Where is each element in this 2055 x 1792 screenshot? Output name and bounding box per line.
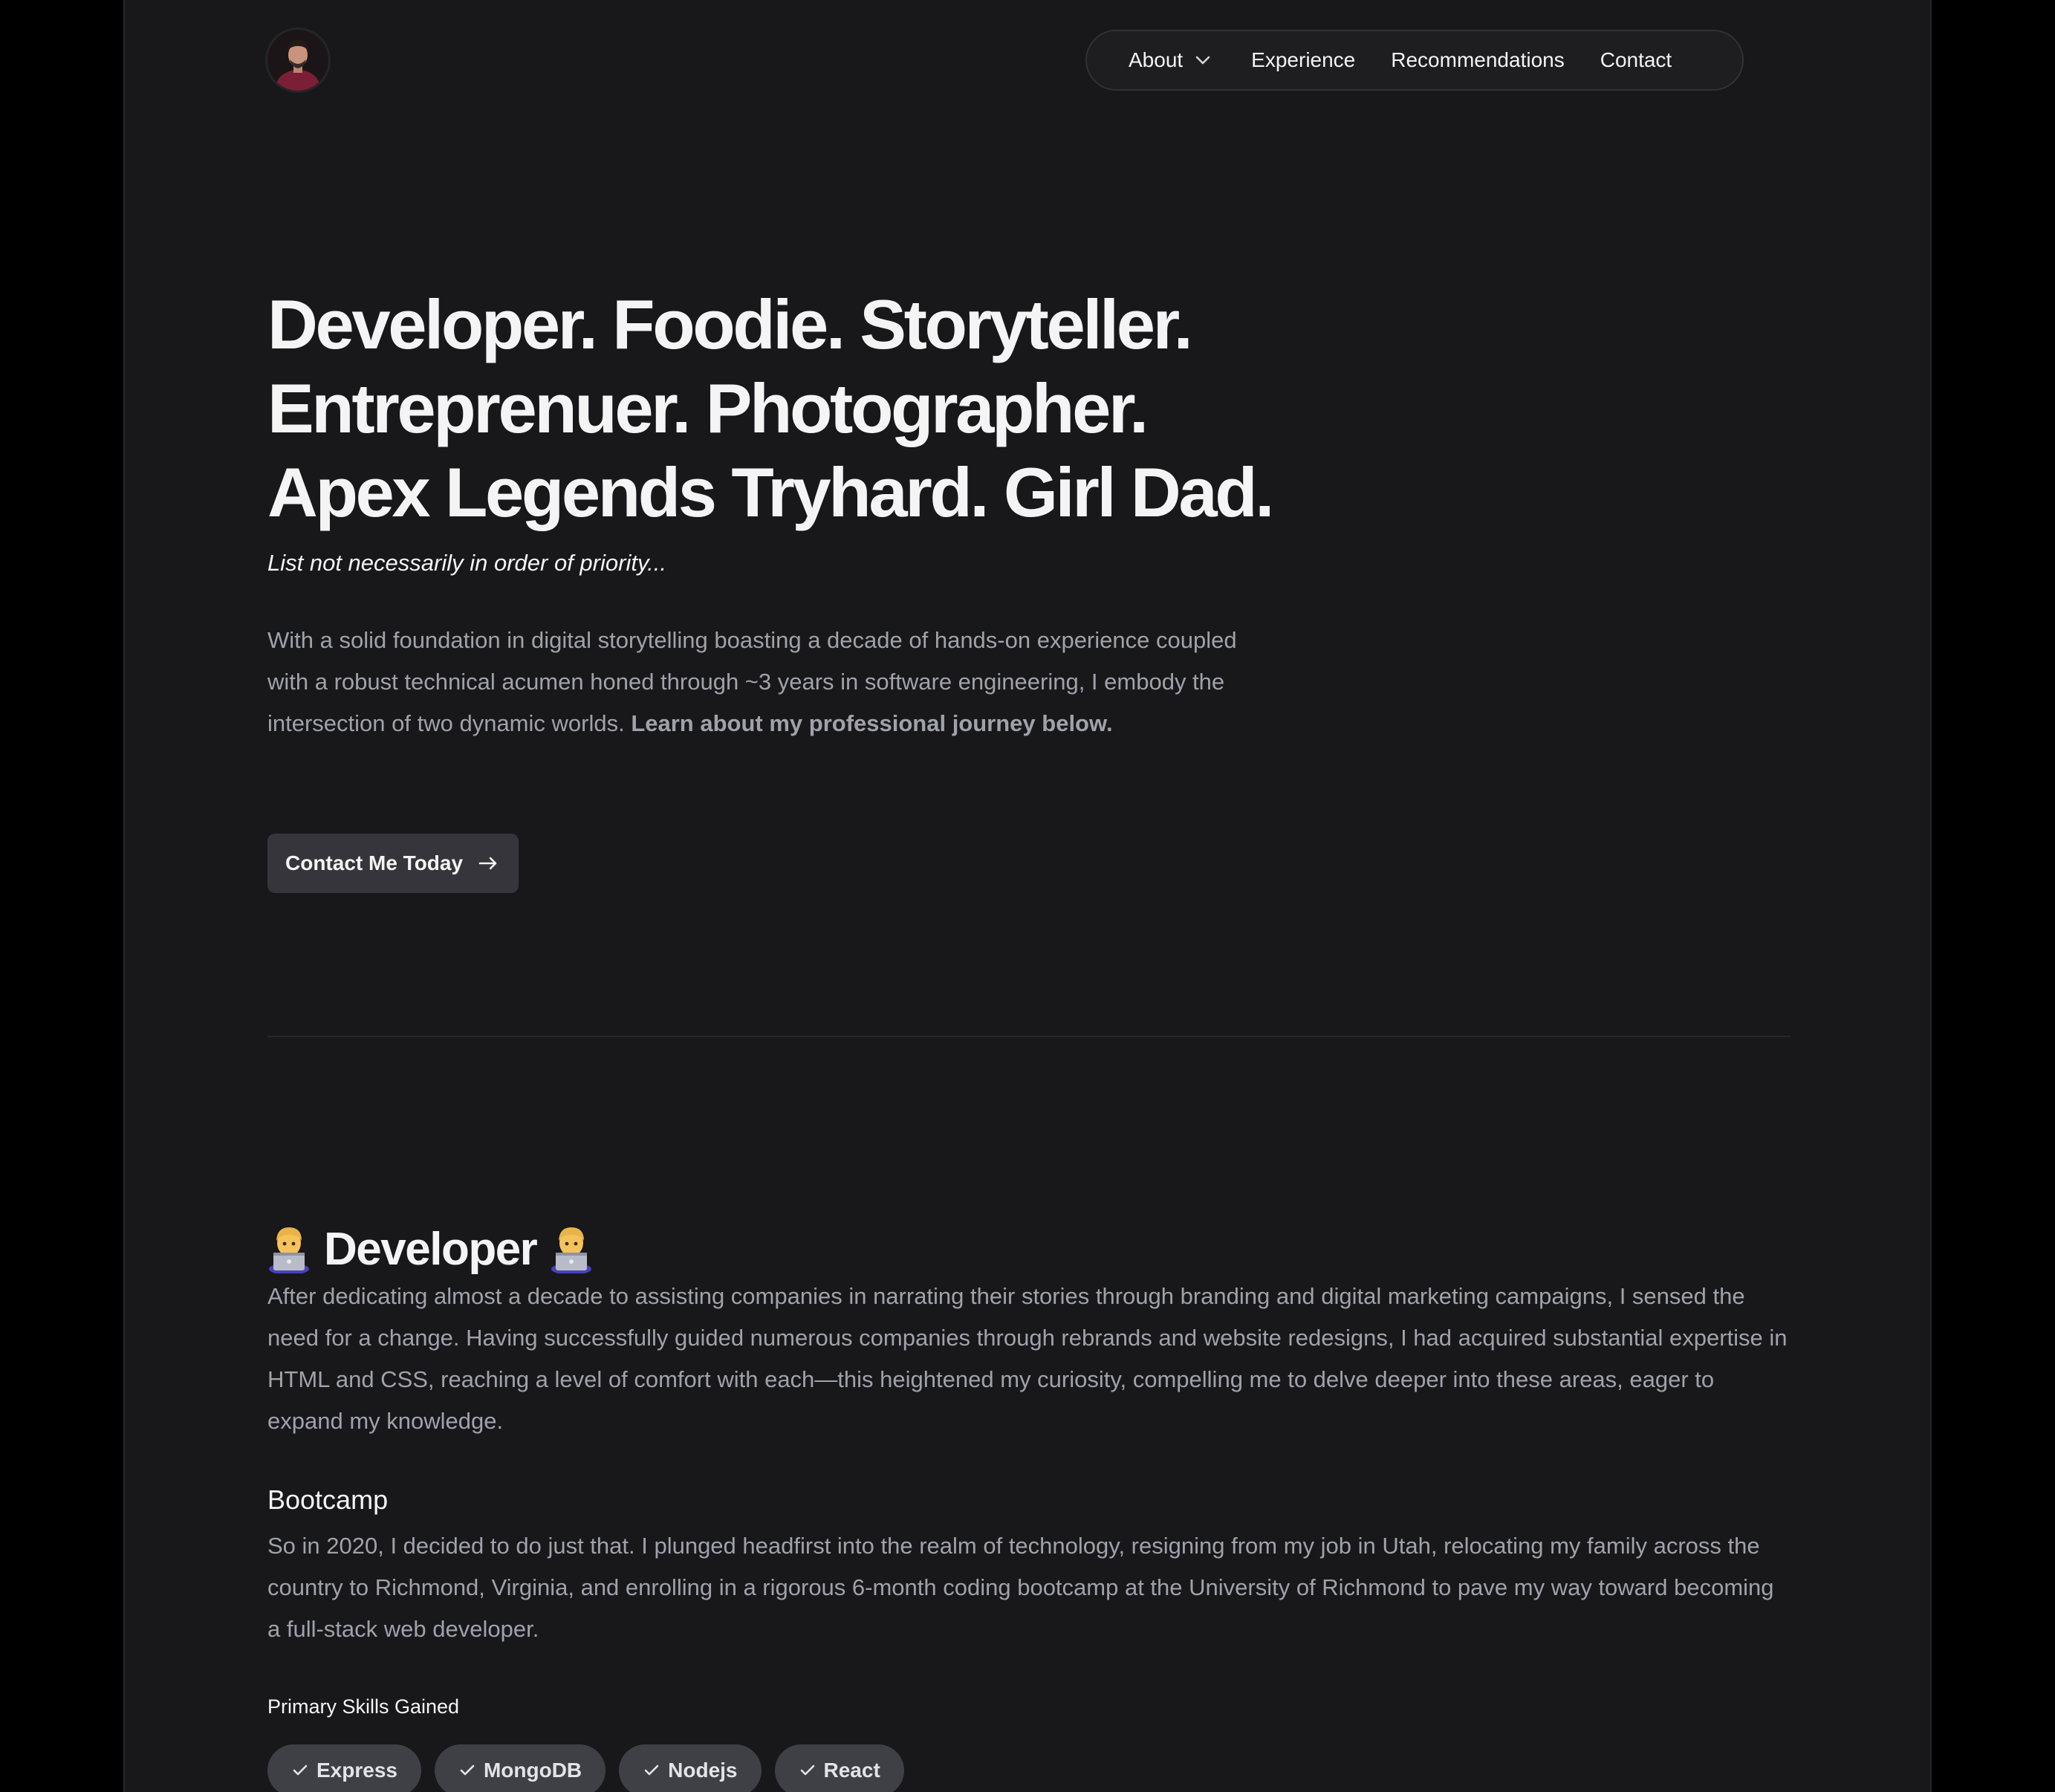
nav-recommendations[interactable]: Recommendations (1391, 48, 1564, 72)
skills-list: Express MongoDB Nodejs React (267, 1744, 904, 1792)
check-icon (460, 1765, 475, 1776)
skill-chip: React (774, 1744, 904, 1792)
main-nav: About Experience Recommendations Contact (1085, 30, 1744, 91)
hero-title-line: Entreprenuer. Photographer. (267, 369, 1149, 447)
bootcamp-description: So in 2020, I decided to do just that. I… (267, 1533, 1774, 1642)
skill-chip: MongoDB (434, 1744, 606, 1792)
nav-about[interactable]: About (1129, 48, 1211, 72)
avatar[interactable] (267, 30, 328, 91)
check-icon (800, 1765, 814, 1776)
arrow-right-icon (478, 857, 497, 870)
check-icon (293, 1765, 308, 1776)
skill-chip-label: Nodejs (668, 1759, 738, 1782)
nav-about-label: About (1129, 48, 1184, 71)
nav-experience[interactable]: Experience (1251, 48, 1355, 72)
skills-label: Primary Skills Gained (267, 1695, 460, 1718)
hero-title: Developer. Foodie. Storyteller. Entrepre… (267, 282, 1382, 534)
contact-me-label: Contact Me Today (285, 851, 464, 874)
technologist-icon (551, 1227, 592, 1274)
section-divider (267, 1036, 1791, 1037)
hero-title-line: Apex Legends Tryhard. Girl Dad. (267, 453, 1274, 531)
skill-chip: Express (267, 1744, 421, 1792)
hero-title-line: Developer. Foodie. Storyteller. (267, 285, 1193, 363)
technologist-icon (269, 1227, 309, 1274)
contact-me-button[interactable]: Contact Me Today (267, 834, 519, 893)
chevron-down-icon (1195, 56, 1210, 65)
hero-description: With a solid foundation in digital story… (267, 620, 1256, 744)
skill-chip-label: React (823, 1759, 880, 1782)
developer-intro: After dedicating almost a decade to assi… (267, 1283, 1788, 1434)
bootcamp-heading: Bootcamp (267, 1484, 389, 1515)
skill-chip-label: Express (316, 1759, 397, 1782)
check-icon (644, 1765, 659, 1776)
developer-heading-text: Developer (324, 1223, 538, 1275)
content: About Experience Recommendations Contact… (267, 0, 1791, 1792)
nav-contact[interactable]: Contact (1600, 48, 1672, 72)
skill-chip: Nodejs (619, 1744, 762, 1792)
page: About Experience Recommendations Contact… (123, 0, 1932, 1792)
hero-description-emphasis: Learn about my professional journey belo… (631, 710, 1113, 736)
hero-subtitle: List not necessarily in order of priorit… (267, 550, 666, 576)
avatar-image (267, 30, 328, 91)
developer-heading: Developer (267, 1219, 593, 1279)
skill-chip-label: MongoDB (483, 1759, 582, 1782)
